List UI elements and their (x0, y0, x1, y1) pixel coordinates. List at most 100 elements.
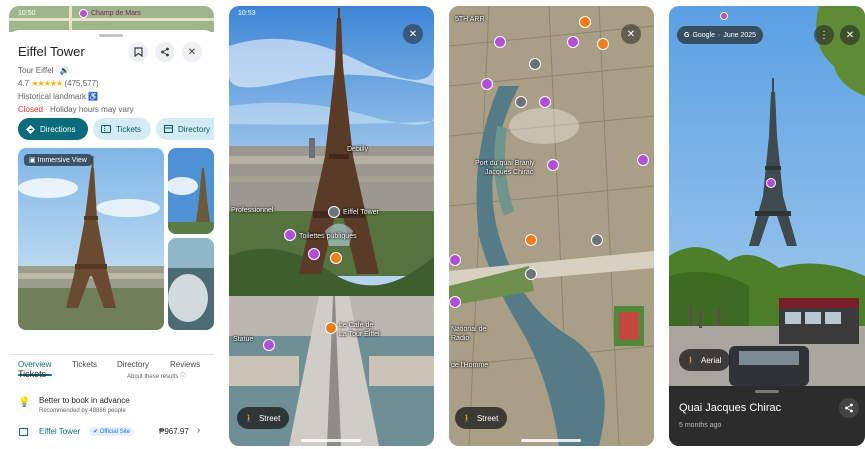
tab-overview[interactable]: Overview (18, 360, 51, 369)
card-grab-handle[interactable] (755, 390, 779, 393)
map-strip[interactable]: 10:50 Champ de Mars (9, 6, 214, 32)
street-chip-label: Street (476, 413, 499, 423)
quai-label-line2[interactable]: Jacques Chirac (485, 169, 533, 176)
poi-pin-icon[interactable] (449, 254, 461, 266)
tower-pin-icon[interactable] (766, 178, 776, 188)
photo-thumb-2[interactable] (168, 238, 214, 330)
directions-button[interactable]: Directions (18, 118, 88, 140)
poi-pin-icon[interactable] (637, 154, 649, 166)
close-button[interactable]: ✕ (621, 24, 641, 44)
aerial-view-toggle[interactable]: 🚶 Aerial (679, 349, 731, 371)
poi-cafe-label-line1[interactable]: Le Café de (339, 322, 373, 329)
more-button[interactable]: ⋮ (814, 25, 834, 45)
tabs-divider (9, 354, 214, 355)
poi-pin-icon[interactable] (591, 234, 603, 246)
statue-pin-icon[interactable] (263, 339, 275, 351)
directory-label: Directory (178, 124, 211, 134)
place-card[interactable]: Quai Jacques Chirac 5 months ago (669, 386, 865, 446)
immersive-view-chip[interactable]: ▣ Immersive View (24, 154, 92, 166)
quai-label-line1[interactable]: Port du quai Branly (475, 160, 535, 167)
ticket-icon (19, 428, 28, 436)
aerial-chip-label: Aerial (700, 355, 722, 365)
directory-button[interactable]: Directory (156, 118, 214, 140)
poi-pin-icon[interactable] (525, 268, 537, 280)
left-label-line2[interactable]: Radio (451, 335, 469, 342)
share-button[interactable] (155, 42, 175, 62)
ticket-icon (101, 125, 111, 133)
tickets-heading: Tickets (18, 369, 47, 379)
cafe-pin-icon[interactable] (325, 322, 337, 334)
accessibility-icon: ♿ (88, 92, 99, 101)
eiffel-tower-pin-icon[interactable] (328, 206, 340, 218)
poi-pin-icon[interactable] (449, 296, 461, 308)
poi-pin-icon[interactable] (494, 36, 506, 48)
local-name: Tour Eiffel (18, 66, 54, 75)
poi-pin-icon[interactable] (529, 58, 541, 70)
star-rating: ★★★★★ (31, 79, 63, 88)
poi-pin-icon[interactable] (308, 248, 320, 260)
tab-tickets[interactable]: Tickets (72, 360, 97, 369)
poi-pin-icon[interactable] (481, 78, 493, 90)
poi-pin-icon[interactable] (597, 38, 609, 50)
photo-thumb-1[interactable] (168, 148, 214, 234)
toilets-pin-icon[interactable] (284, 229, 296, 241)
ticket-offer-row[interactable]: Eiffel Tower ✔ Official Site ₱967.97 › (9, 422, 214, 442)
poi-cafe-label-line2[interactable]: La Tour Eiffel (339, 331, 380, 338)
main-photo[interactable]: ▣ Immersive View (18, 148, 164, 330)
street-view-screen[interactable]: G Google · June 2025 ⋮ ✕ 🚶 Aerial Quai J… (669, 6, 865, 446)
street-view-toggle[interactable]: 🚶 Street (237, 407, 290, 429)
about-results-link[interactable]: About these results ⓘ (127, 371, 186, 380)
street-view-scene[interactable] (669, 6, 865, 446)
home-indicator (521, 439, 581, 442)
close-icon: ✕ (187, 46, 197, 58)
hours-row[interactable]: Closed · Holiday hours may vary (18, 105, 134, 114)
tab-reviews[interactable]: Reviews (170, 360, 200, 369)
share-button[interactable] (839, 398, 859, 418)
person-icon: 🚶 (462, 413, 472, 423)
poi-statue-label[interactable]: Statue (233, 336, 253, 343)
tickets-button[interactable]: Tickets (93, 118, 151, 140)
poi-pin-icon[interactable] (579, 16, 591, 28)
left-label-line1[interactable]: National de (451, 326, 486, 333)
save-button[interactable] (128, 42, 148, 62)
map-pin-icon[interactable] (79, 9, 88, 18)
place-title: Eiffel Tower (18, 44, 85, 59)
aerial-view-screen[interactable]: 5TH ARR ✕ Port du quai Branly Jacques Ch… (449, 6, 654, 446)
rating-row[interactable]: 4.7 ★★★★★ (475,577) (18, 79, 99, 88)
speaker-icon[interactable]: 🔊 (60, 66, 70, 75)
google-attribution[interactable]: G Google · June 2025 (677, 26, 764, 44)
poi-pin-icon[interactable] (567, 36, 579, 48)
home-indicator (301, 439, 361, 442)
close-button[interactable]: ✕ (840, 25, 860, 45)
immersive-view-screen[interactable]: 10:53 ✕ Debilly Professionnel Eiffel Tow… (229, 6, 434, 446)
poi-pin-icon[interactable] (539, 96, 551, 108)
food-pin-icon[interactable] (330, 252, 342, 264)
sheet-grab-handle[interactable] (99, 34, 123, 37)
close-button[interactable]: ✕ (182, 42, 202, 62)
poi-pin-icon[interactable] (515, 96, 527, 108)
close-button[interactable]: ✕ (403, 24, 423, 44)
ticket-price: ₱967.97 (159, 427, 189, 436)
poi-debilly-label[interactable]: Debilly (347, 146, 368, 153)
close-icon: ✕ (408, 28, 418, 40)
poi-pin-icon[interactable] (525, 234, 537, 246)
close-icon: ✕ (845, 29, 855, 41)
tab-directory[interactable]: Directory (117, 360, 149, 369)
tickets-label: Tickets (116, 124, 142, 134)
street-view-toggle[interactable]: 🚶 Street (455, 407, 508, 429)
info-icon: ⓘ (180, 374, 187, 380)
quai-branly-pin-icon[interactable] (547, 159, 559, 171)
place-title: Quai Jacques Chirac (679, 402, 782, 414)
map-label: Champ de Mars (91, 10, 141, 17)
hours-note: · Holiday hours may vary (42, 105, 134, 114)
aerial-3d-scene[interactable] (449, 6, 654, 446)
immersive-3d-scene[interactable] (229, 6, 434, 446)
left-label-line3[interactable]: de l'Homme (451, 362, 488, 369)
district-label: 5TH ARR (455, 16, 485, 23)
place-age: 5 months ago (679, 422, 722, 429)
more-icon: ⋮ (819, 29, 829, 41)
poi-toilets-label[interactable]: Toilettes publiques (299, 233, 357, 240)
poi-professionnel-label[interactable]: Professionnel (231, 207, 273, 214)
google-label: Google (692, 31, 716, 39)
poi-eiffel-label[interactable]: Eiffel Tower (343, 209, 379, 216)
